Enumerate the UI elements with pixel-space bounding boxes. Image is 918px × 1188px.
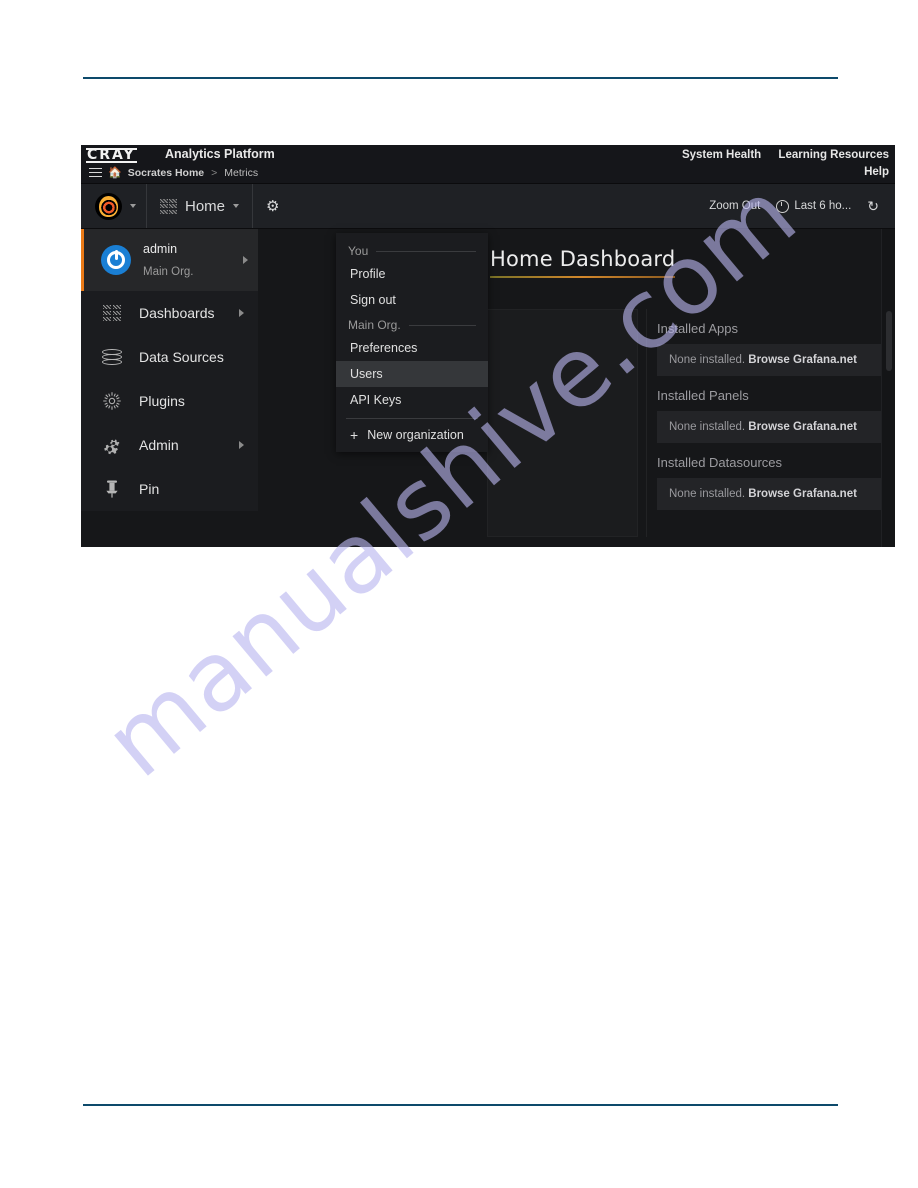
installed-plugins-panel: Installed Apps None installed. Browse Gr…	[646, 309, 895, 537]
scrollbar-thumb[interactable]	[886, 311, 892, 371]
gear-icon: ⚙	[266, 197, 280, 215]
sidebar-item-user[interactable]: admin Main Org.	[81, 229, 258, 291]
installed-datasources-heading: Installed Datasources	[657, 455, 783, 470]
installed-apps-empty-text: None installed.	[669, 354, 746, 366]
dropdown-item-profile[interactable]: Profile	[336, 261, 488, 287]
refresh-icon: ↻	[867, 197, 879, 214]
page-bottom-rule	[83, 1104, 838, 1106]
blank-panel	[487, 309, 638, 537]
sidebar-item-dashboards[interactable]: Dashboards	[81, 291, 258, 335]
dashboards-icon	[101, 305, 123, 321]
dropdown-item-api-keys[interactable]: API Keys	[336, 387, 488, 413]
sidebar-item-admin[interactable]: Admin	[81, 423, 258, 467]
page-top-rule	[83, 77, 838, 79]
breadcrumb-separator: >	[211, 166, 218, 179]
system-health-link[interactable]: System Health	[682, 149, 761, 161]
home-icon[interactable]: 🏠	[108, 166, 122, 179]
dropdown-section-you: You	[336, 239, 488, 261]
pin-icon	[101, 479, 123, 499]
time-range-label: Last 6 ho...	[794, 200, 852, 212]
cray-header-links: System Health Learning Resources Help	[668, 147, 889, 181]
plugins-icon	[101, 391, 123, 411]
learning-resources-link[interactable]: Learning Resources	[778, 149, 889, 161]
dashboard-settings-button[interactable]: ⚙	[253, 184, 292, 228]
grafana-logo-button[interactable]	[81, 184, 147, 228]
dashboard-title: Home Dashboard	[490, 247, 676, 271]
installed-panels-empty-text: None installed.	[669, 421, 746, 433]
installed-apps-heading: Installed Apps	[657, 321, 738, 336]
topnav-right-controls: Zoom Out Last 6 ho... ↻	[709, 184, 895, 228]
installed-panels-browse-link[interactable]: Browse Grafana.net	[748, 421, 857, 433]
product-name: Analytics Platform	[165, 147, 275, 161]
sidebar-item-data-sources[interactable]: Data Sources	[81, 335, 258, 379]
vertical-scrollbar[interactable]	[881, 229, 895, 547]
plus-icon: +	[350, 427, 359, 443]
chevron-right-icon	[243, 256, 248, 264]
sidebar-item-label: Admin	[139, 437, 179, 453]
gears-icon	[101, 436, 123, 455]
sidebar-item-label: Data Sources	[139, 349, 224, 365]
dropdown-section-you-label: You	[348, 244, 369, 258]
zoom-out-button[interactable]: Zoom Out	[709, 200, 760, 212]
sidebar-user-name: admin	[143, 242, 178, 257]
home-dashboard-selector[interactable]: Home	[147, 184, 254, 228]
sidebar-user-org: Main Org.	[143, 266, 194, 278]
clock-icon	[776, 199, 790, 213]
cray-header-bar: CRAY Analytics Platform 🏠 Socrates Home …	[81, 145, 895, 184]
sidebar-item-label: Pin	[139, 481, 160, 497]
sidebar-item-plugins[interactable]: Plugins	[81, 379, 258, 423]
installed-apps-browse-link[interactable]: Browse Grafana.net	[748, 354, 857, 366]
grafana-logo-icon	[95, 192, 122, 220]
screenshot-frame: CRAY Analytics Platform 🏠 Socrates Home …	[81, 145, 895, 547]
breadcrumb: 🏠 Socrates Home > Metrics	[89, 166, 258, 179]
installed-datasources-empty-row: None installed. Browse Grafana.net	[657, 478, 895, 510]
refresh-button[interactable]: ↻	[867, 198, 879, 215]
page-title: Home Dashboard	[490, 247, 676, 278]
hamburger-icon[interactable]	[89, 167, 102, 178]
sidebar-item-label: Dashboards	[139, 305, 215, 321]
dropdown-item-preferences[interactable]: Preferences	[336, 335, 488, 361]
grafana-body: Home Dashboard Installed Apps None insta…	[81, 229, 895, 547]
database-icon	[101, 348, 123, 366]
cray-logo: CRAY	[86, 147, 137, 163]
installed-apps-empty-row: None installed. Browse Grafana.net	[657, 344, 895, 376]
breadcrumb-current: Metrics	[224, 166, 259, 179]
chevron-right-icon	[239, 309, 244, 317]
sidebar: admin Main Org. Dashboards Data Sources	[81, 229, 258, 547]
dropdown-item-users[interactable]: Users	[336, 361, 488, 387]
title-underline	[490, 276, 676, 278]
sidebar-bottom-filler	[81, 511, 258, 547]
chevron-right-icon	[239, 441, 244, 449]
installed-panels-heading: Installed Panels	[657, 388, 749, 403]
new-organization-label: New organization	[367, 428, 464, 442]
sidebar-item-label: Plugins	[139, 393, 185, 409]
chevron-down-icon	[233, 204, 240, 208]
dropdown-section-org-label: Main Org.	[348, 318, 401, 332]
chevron-down-icon	[130, 204, 136, 208]
user-avatar-icon	[101, 245, 131, 275]
dropdown-item-new-organization[interactable]: + New organization	[336, 419, 488, 452]
zoom-out-label: Zoom Out	[709, 200, 761, 212]
sidebar-item-pin[interactable]: Pin	[81, 467, 258, 511]
installed-datasources-browse-link[interactable]: Browse Grafana.net	[748, 488, 857, 500]
home-label: Home	[185, 197, 226, 215]
divider	[376, 250, 476, 252]
dropdown-section-org: Main Org.	[336, 313, 488, 335]
breadcrumb-home-link[interactable]: Socrates Home	[128, 167, 204, 179]
dropdown-item-sign-out[interactable]: Sign out	[336, 287, 488, 313]
grafana-topnav: Home ⚙ Zoom Out Last 6 ho... ↻	[81, 184, 895, 229]
help-link[interactable]: Help	[864, 166, 889, 178]
dashboard-grid-icon	[160, 198, 177, 214]
divider	[408, 324, 476, 326]
time-range-picker[interactable]: Last 6 ho...	[776, 199, 852, 213]
installed-datasources-empty-text: None installed.	[669, 488, 746, 500]
user-org-dropdown: You Profile Sign out Main Org. Preferenc…	[336, 233, 488, 452]
installed-panels-empty-row: None installed. Browse Grafana.net	[657, 411, 895, 443]
